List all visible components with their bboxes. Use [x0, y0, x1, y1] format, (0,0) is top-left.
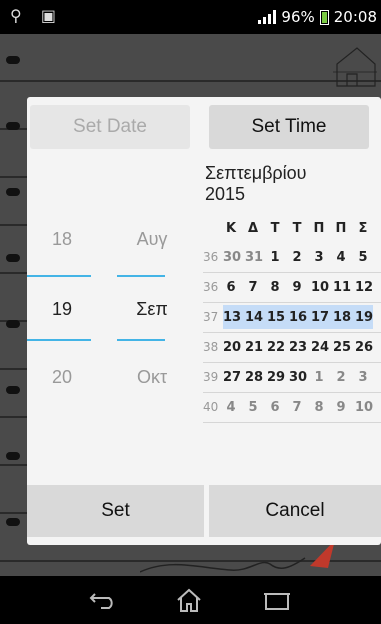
week-number: 37 [203, 310, 219, 324]
calendar-day[interactable]: 3 [355, 370, 371, 385]
calendar-day[interactable]: 24 [311, 340, 329, 355]
calendar-day[interactable]: 7 [245, 280, 261, 295]
month-next[interactable]: Οκτ [117, 367, 187, 388]
month-selected[interactable]: Σεπ [117, 299, 187, 320]
day-selected[interactable]: 19 [27, 299, 97, 320]
calendar-day[interactable]: 8 [267, 280, 283, 295]
weekday-label: Π [335, 221, 347, 236]
calendar-day[interactable]: 25 [333, 340, 351, 355]
month-prev[interactable]: Αυγ [117, 229, 187, 250]
android-icon: ▣ [40, 6, 56, 25]
house-doodle-icon [333, 47, 377, 87]
weekday-label: Σ [358, 221, 368, 236]
weekday-label: Τ [292, 221, 302, 236]
calendar-week-row: 38 20 21 22 23 24 25 26 [203, 333, 381, 363]
calendar-day[interactable]: 1 [267, 250, 283, 265]
calendar-week-row: 36 6 7 8 9 10 11 12 [203, 273, 381, 303]
calendar-day[interactable]: 20 [223, 340, 241, 355]
calendar-day[interactable]: 22 [267, 340, 285, 355]
recents-icon[interactable] [262, 589, 292, 611]
weekday-label: Κ [225, 221, 237, 236]
tab-set-date[interactable]: Set Date [30, 105, 190, 149]
calendar-week-row: 36 30 31 1 2 3 4 5 [203, 243, 381, 273]
weekday-header: ΚΔΤΤΠΠΣ [203, 221, 381, 241]
battery-percent: 96% [281, 8, 315, 26]
calendar-day[interactable]: 4 [223, 400, 239, 415]
calendar-day[interactable]: 12 [355, 280, 373, 295]
calendar-day[interactable]: 28 [245, 370, 263, 385]
calendar-day[interactable]: 26 [355, 340, 373, 355]
day-prev[interactable]: 18 [27, 229, 97, 250]
calendar-day[interactable]: 30 [289, 370, 307, 385]
calendar-day[interactable]: 2 [289, 250, 305, 265]
week-number: 36 [203, 280, 219, 294]
calendar-day[interactable]: 9 [289, 280, 305, 295]
weekday-label: Τ [270, 221, 280, 236]
calendar-day[interactable]: 21 [245, 340, 263, 355]
calendar-day[interactable]: 31 [245, 250, 263, 265]
back-icon[interactable] [89, 590, 117, 610]
calendar-day[interactable]: 16 [289, 310, 307, 325]
week-number: 40 [203, 400, 219, 414]
calendar-day[interactable]: 15 [267, 310, 285, 325]
calendar-day[interactable]: 14 [245, 310, 263, 325]
calendar-day[interactable]: 8 [311, 400, 327, 415]
calendar-day[interactable]: 29 [267, 370, 285, 385]
calendar-day[interactable]: 2 [333, 370, 349, 385]
calendar-day[interactable]: 13 [223, 310, 241, 325]
clock: 20:08 [333, 8, 377, 26]
navigation-bar [0, 576, 381, 624]
week-number: 36 [203, 250, 219, 264]
date-spinner[interactable]: 18 Αυγ 19 Σεπ 20 Οκτ [27, 159, 202, 479]
calendar-month-title: Σεπτεμβρίου 2015 [205, 163, 307, 204]
calendar-day[interactable]: 19 [355, 310, 373, 325]
calendar-day[interactable]: 10 [311, 280, 329, 295]
calendar-day[interactable]: 5 [355, 250, 371, 265]
calendar-day[interactable]: 4 [333, 250, 349, 265]
signal-icon [258, 10, 277, 24]
day-next[interactable]: 20 [27, 367, 97, 388]
calendar-day[interactable]: 27 [223, 370, 241, 385]
status-bar: ⚲ ▣ 96% 20:08 [0, 0, 381, 34]
set-button[interactable]: Set [27, 485, 204, 537]
weekday-label: Δ [247, 221, 259, 236]
calendar-day[interactable]: 9 [333, 400, 349, 415]
calendar-day[interactable]: 17 [311, 310, 329, 325]
tab-set-time[interactable]: Set Time [209, 105, 369, 149]
calendar-day[interactable]: 23 [289, 340, 307, 355]
calendar-week-row: 40 4 5 6 7 8 9 10 [203, 393, 381, 423]
date-time-dialog: Set Date Set Time 18 Αυγ 19 Σεπ 20 Οκτ Σ… [27, 97, 381, 545]
weekday-label: Π [313, 221, 325, 236]
calendar-day[interactable]: 5 [245, 400, 261, 415]
calendar-day[interactable]: 1 [311, 370, 327, 385]
battery-icon [319, 9, 329, 25]
calendar-day[interactable]: 3 [311, 250, 327, 265]
cancel-button[interactable]: Cancel [209, 485, 381, 537]
calendar-day[interactable]: 10 [355, 400, 373, 415]
usb-icon: ⚲ [10, 6, 22, 25]
calendar-day[interactable]: 18 [333, 310, 351, 325]
calendar-day[interactable]: 6 [267, 400, 283, 415]
calendar-day[interactable]: 11 [333, 280, 351, 295]
week-number: 38 [203, 340, 219, 354]
calendar-day[interactable]: 7 [289, 400, 305, 415]
calendar-week-row: 37 13 14 15 16 17 18 19 [203, 303, 381, 333]
home-icon[interactable] [175, 587, 203, 613]
calendar-day[interactable]: 6 [223, 280, 239, 295]
calendar-week-row: 39 27 28 29 30 1 2 3 [203, 363, 381, 393]
calendar-day[interactable]: 30 [223, 250, 241, 265]
week-number: 39 [203, 370, 219, 384]
